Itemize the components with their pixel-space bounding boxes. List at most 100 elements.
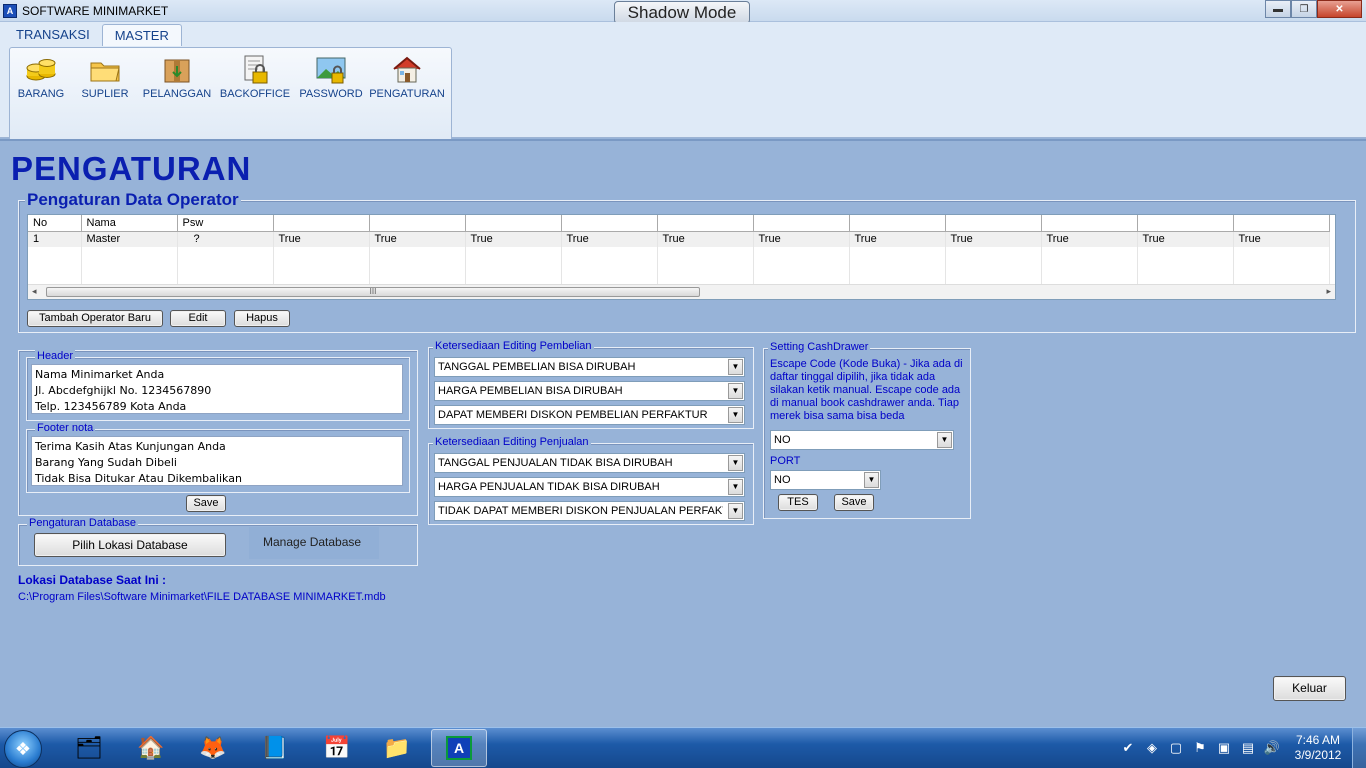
grid-column-header[interactable]	[1041, 215, 1138, 232]
table-cell[interactable]: ?	[177, 231, 274, 247]
calendar-icon[interactable]: 📅	[309, 729, 365, 767]
sales-date-select[interactable]: TANGGAL PENJUALAN TIDAK BISA DIRUBAH ▼	[434, 453, 745, 473]
volume-icon[interactable]: 🔊	[1260, 740, 1284, 756]
table-cell[interactable]: True	[945, 231, 1042, 247]
grid-column-header[interactable]	[753, 215, 850, 232]
choose-database-button[interactable]: Pilih Lokasi Database	[34, 533, 226, 557]
purchase-price-select[interactable]: HARGA PEMBELIAN BISA DIRUBAH ▼	[434, 381, 745, 401]
table-cell[interactable]: True	[657, 231, 754, 247]
chevron-down-icon[interactable]: ▼	[728, 407, 743, 423]
minimize-button[interactable]: ▬	[1265, 0, 1291, 18]
password-label: PASSWORD	[299, 88, 363, 100]
grid-column-header[interactable]: Psw	[177, 215, 274, 232]
backoffice-button[interactable]: BACKOFFICE	[220, 54, 290, 100]
clock-time: 7:46 AM	[1295, 733, 1341, 747]
database-location-path: C:\Program Files\Software Minimarket\FIL…	[18, 591, 386, 603]
show-desktop-button[interactable]	[1352, 728, 1366, 768]
pengaturan-button[interactable]: PENGATURAN	[369, 54, 445, 100]
scroll-left-icon[interactable]: ◂	[32, 286, 37, 297]
chevron-down-icon[interactable]: ▼	[728, 383, 743, 399]
scroll-thumb[interactable]: III	[46, 287, 700, 297]
table-cell[interactable]: True	[753, 231, 850, 247]
grid-column-header[interactable]	[465, 215, 562, 232]
grid-column-header[interactable]	[1233, 215, 1330, 232]
grid-column-header[interactable]	[273, 215, 370, 232]
network-check-icon[interactable]: ✔	[1116, 740, 1140, 756]
save-nota-button[interactable]: Save	[186, 495, 226, 512]
device-icon[interactable]: ▣	[1212, 740, 1236, 756]
network-icon[interactable]: ▤	[1236, 740, 1260, 756]
grid-horizontal-scrollbar[interactable]: ◂ III ▸	[28, 284, 1335, 299]
notebook-icon[interactable]: 📘	[247, 729, 303, 767]
delete-operator-button[interactable]: Hapus	[234, 310, 290, 327]
save-cashdrawer-button[interactable]: Save	[834, 494, 874, 511]
chevron-down-icon[interactable]: ▼	[864, 472, 879, 488]
table-cell[interactable]: True	[465, 231, 562, 247]
purchase-discount-select[interactable]: DAPAT MEMBERI DISKON PEMBELIAN PERFAKTUR…	[434, 405, 745, 425]
grid-column-header[interactable]	[945, 215, 1042, 232]
table-cell[interactable]: True	[561, 231, 658, 247]
header-line: Telp. 123456789 Kota Anda	[35, 400, 187, 413]
window-title: SOFTWARE MINIMARKET	[22, 4, 169, 18]
clock[interactable]: 7:46 AM 3/9/2012	[1284, 733, 1352, 763]
exit-button[interactable]: Keluar	[1273, 676, 1346, 701]
box-icon	[161, 54, 193, 86]
table-cell[interactable]: True	[273, 231, 370, 247]
manage-database-button[interactable]: Manage Database	[249, 527, 379, 559]
database-legend: Pengaturan Database	[27, 517, 139, 529]
port-select[interactable]: NO ▼	[770, 470, 881, 490]
grid-column-header[interactable]	[1137, 215, 1234, 232]
scroll-right-icon[interactable]: ▸	[1326, 286, 1331, 297]
footer-textarea[interactable]: Terima Kasih Atas Kunjungan Anda Barang …	[31, 436, 403, 486]
table-cell[interactable]: True	[369, 231, 466, 247]
grid-column-header[interactable]: Nama	[81, 215, 178, 232]
explorer-icon[interactable]: 📁	[369, 729, 425, 767]
table-cell[interactable]: True	[849, 231, 946, 247]
sales-price-select[interactable]: HARGA PENJUALAN TIDAK BISA DIRUBAH ▼	[434, 477, 745, 497]
table-cell[interactable]: Master	[81, 231, 178, 247]
table-row[interactable]: 1 Master? True True True True True True True True…	[28, 231, 1330, 247]
tab-master[interactable]: MASTER	[101, 24, 182, 46]
barang-button[interactable]: BARANG	[6, 54, 76, 100]
test-cashdrawer-button[interactable]: TES	[778, 494, 818, 511]
close-button[interactable]: ✕	[1317, 0, 1362, 18]
operator-grid[interactable]: No Nama Psw 1 Master? True True True True True Tr…	[27, 214, 1336, 300]
tab-transaksi[interactable]: TRANSAKSI	[4, 24, 102, 46]
flag-icon[interactable]: ⚑	[1188, 740, 1212, 756]
grid-column-header[interactable]	[369, 215, 466, 232]
app-minimarket-icon[interactable]: A	[431, 729, 487, 767]
maximize-button[interactable]: ❐	[1291, 0, 1317, 18]
header-textarea[interactable]: Nama Minimarket Anda Jl. Abcdefghijkl No…	[31, 364, 403, 414]
chevron-down-icon[interactable]: ▼	[728, 359, 743, 375]
windows-start-icon[interactable]: ❖	[4, 730, 42, 768]
chevron-down-icon[interactable]: ▼	[728, 503, 743, 519]
blank-icon[interactable]: ▢	[1164, 740, 1188, 756]
table-cell[interactable]: True	[1137, 231, 1234, 247]
table-cell[interactable]: True	[1041, 231, 1138, 247]
password-button[interactable]: PASSWORD	[296, 54, 366, 100]
ie-folder-icon[interactable]: 🗂	[61, 729, 117, 767]
header-legend: Header	[35, 350, 76, 362]
edit-operator-button[interactable]: Edit	[170, 310, 226, 327]
firefox-icon[interactable]: 🦊	[185, 729, 241, 767]
database-location-label: Lokasi Database Saat Ini :	[18, 573, 167, 587]
chevron-down-icon[interactable]: ▼	[728, 479, 743, 495]
grid-column-header[interactable]	[657, 215, 754, 232]
grid-column-header[interactable]	[561, 215, 658, 232]
purchase-date-select[interactable]: TANGGAL PEMBELIAN BISA DIRUBAH ▼	[434, 357, 745, 377]
add-operator-button[interactable]: Tambah Operator Baru	[27, 310, 163, 327]
table-cell[interactable]: True	[1233, 231, 1330, 247]
escape-code-select[interactable]: NO ▼	[770, 430, 954, 450]
shadow-mode-button[interactable]: Shadow Mode	[614, 1, 750, 24]
grid-column-header[interactable]	[849, 215, 946, 232]
suplier-button[interactable]: SUPLIER	[70, 54, 140, 100]
pelanggan-button[interactable]: PELANGGAN	[142, 54, 212, 100]
chevron-down-icon[interactable]: ▼	[937, 432, 952, 448]
sales-edit-legend: Ketersediaan Editing Penjualan	[433, 436, 591, 448]
house-lock-icon[interactable]: 🏠	[123, 729, 179, 767]
sales-discount-select[interactable]: TIDAK DAPAT MEMBERI DISKON PENJUALAN PER…	[434, 501, 745, 521]
bluetooth-icon[interactable]: ◈	[1140, 740, 1164, 756]
table-cell[interactable]: 1	[28, 231, 82, 247]
chevron-down-icon[interactable]: ▼	[728, 455, 743, 471]
grid-column-header[interactable]: No	[28, 215, 82, 232]
